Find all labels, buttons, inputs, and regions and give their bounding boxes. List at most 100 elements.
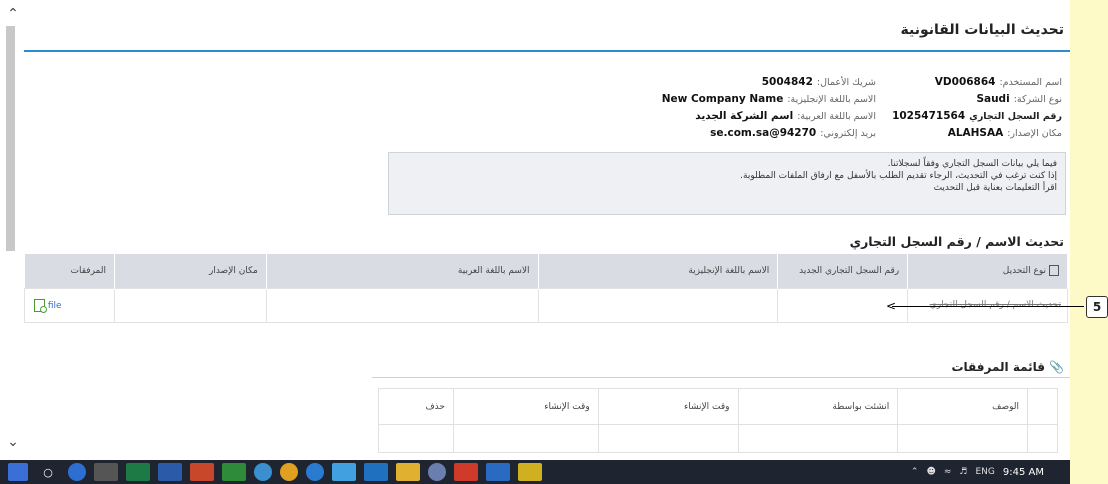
issue-place-cell[interactable] (114, 287, 267, 323)
clock-time[interactable]: 9:45 AM (1003, 467, 1044, 478)
attachments-title: 📎قائمة المرفقات (951, 360, 1064, 374)
info-value: se.com.sa@94270 (710, 127, 817, 139)
info-row: نوع الشركة:Saudi (892, 91, 1062, 108)
search-icon[interactable]: ○ (36, 463, 60, 481)
info-row: اسم المستخدم:VD006864 (892, 74, 1062, 91)
column-header: الوصف (897, 388, 1029, 425)
column-header: الاسم باللغة الإنجليزية (538, 254, 779, 288)
column-header: حذف (378, 388, 454, 425)
column-header (1027, 388, 1058, 425)
volume-icon[interactable]: ♬ (959, 467, 967, 477)
column-header: المرفقات (24, 254, 115, 288)
chrome-icon[interactable] (280, 463, 298, 481)
ie-icon[interactable] (332, 463, 356, 481)
table-header-row: الوصف انشئت بواسطة وقت الإنشاء وقت الإنش… (378, 388, 1058, 425)
info-value: Saudi (976, 93, 1010, 105)
word-icon[interactable] (158, 463, 182, 481)
attachment-cell: file (24, 287, 115, 323)
column-header: وقت الإنشاء (452, 388, 599, 425)
outlook-icon[interactable] (364, 463, 388, 481)
info-value: 5004842 (761, 76, 813, 88)
table-cell (378, 424, 454, 453)
table-cell (897, 424, 1029, 453)
table-cell (1027, 424, 1058, 453)
table-row: تحديث الاسم / رقم السجل التجاري file (24, 287, 1068, 323)
scroll-down-icon[interactable]: ⌄ (6, 434, 20, 450)
tray-chevron-icon[interactable]: ⌃ (911, 467, 919, 477)
wifi-icon[interactable]: ≈ (944, 467, 952, 477)
info-row: مكان الإصدار:ALAHSAA (892, 125, 1062, 142)
column-header: انشئت بواسطة (737, 388, 899, 425)
column-header: نوع التحديل (907, 254, 1068, 288)
document-icon (1049, 265, 1059, 277)
info-block-left: شريك الأعمال:5004842 الاسم باللغة الإنجل… (662, 74, 876, 142)
column-header: مكان الإصدار (114, 254, 267, 288)
english-name-cell[interactable] (537, 287, 779, 323)
language-indicator[interactable]: ENG (975, 467, 994, 477)
arabic-name-cell[interactable] (265, 287, 539, 323)
callout-number: 5 (1086, 296, 1108, 318)
info-label: بريد إلكتروني: (820, 128, 876, 139)
info-label: اسم المستخدم: (999, 77, 1062, 88)
table-cell (452, 424, 599, 453)
attachments-table: الوصف انشئت بواسطة وقت الإنشاء وقت الإنش… (378, 388, 1058, 453)
taskbar: ○ ⌃ ☻ ≈ ♬ ENG 9:45 AM (0, 460, 1070, 484)
scroll-up-icon[interactable]: ⌃ (6, 6, 20, 22)
table-cell (597, 424, 739, 453)
windows-start-icon[interactable] (8, 463, 28, 481)
excel-icon[interactable] (126, 463, 150, 481)
info-block-right: اسم المستخدم:VD006864 نوع الشركة:Saudi ر… (892, 74, 1062, 142)
people-icon[interactable]: ☻ (926, 467, 935, 477)
info-row: الاسم باللغة العربية:اسم الشركة الجديد (662, 108, 876, 125)
table-row (378, 424, 1058, 453)
section-title: تحديث الاسم / رقم السجل التجاري (849, 234, 1064, 249)
notice-line: فيما يلي بيانات السجل التجاري وفقاً لسجل… (887, 159, 1057, 169)
explorer-icon[interactable] (396, 463, 420, 481)
table-header-row: نوع التحديل رقم السجل التجاري الجديد الا… (24, 254, 1068, 288)
callout-arrow-icon: < (886, 299, 897, 313)
info-value: اسم الشركة الجديد (695, 110, 794, 122)
edge-icon[interactable] (306, 463, 324, 481)
title-divider (24, 50, 1070, 52)
attachment-link[interactable]: file (48, 301, 62, 311)
attachments-divider (372, 377, 1070, 378)
paint-icon[interactable] (486, 463, 510, 481)
column-header: رقم السجل التجاري الجديد (777, 254, 909, 288)
info-row: بريد إلكتروني:se.com.sa@94270 (662, 125, 876, 142)
scrollbar-thumb[interactable] (6, 26, 15, 251)
info-label: رقم السجل التجاري (969, 111, 1062, 122)
info-value: 1025471564 (892, 110, 966, 122)
info-value: VD006864 (934, 76, 996, 88)
column-header: وقت الإنشاء (597, 388, 739, 425)
sap-icon[interactable] (254, 463, 272, 481)
notice-line: اقرأ التعليمات بعناية قبل التحديث (933, 183, 1057, 193)
info-value: ALAHSAA (947, 127, 1004, 139)
callout-line (892, 306, 1084, 307)
info-label: نوع الشركة: (1013, 94, 1062, 105)
info-label: شريك الأعمال: (816, 77, 876, 88)
info-row: شريك الأعمال:5004842 (662, 74, 876, 91)
info-row: رقم السجل التجاري1025471564 (892, 108, 1062, 125)
cortana-icon[interactable] (68, 463, 86, 481)
paperclip-icon: 📎 (1049, 360, 1064, 374)
acrobat-icon[interactable] (454, 463, 478, 481)
table-cell (737, 424, 899, 453)
attach-file-icon[interactable] (34, 298, 47, 313)
update-type-cell[interactable]: تحديث الاسم / رقم السجل التجاري (907, 287, 1068, 323)
column-header: الاسم باللغة العربية (266, 254, 539, 288)
info-label: الاسم باللغة العربية: (797, 111, 876, 122)
calculator-icon[interactable] (94, 463, 118, 481)
page-title: تحديث البيانات القانونية (900, 22, 1064, 38)
update-table: نوع التحديل رقم السجل التجاري الجديد الا… (24, 254, 1068, 323)
project-icon[interactable] (222, 463, 246, 481)
info-row: الاسم باللغة الإنجليزية:New Company Name (662, 91, 876, 108)
info-label: الاسم باللغة الإنجليزية: (787, 94, 876, 105)
powerpoint-icon[interactable] (190, 463, 214, 481)
info-label: مكان الإصدار: (1007, 128, 1062, 139)
app-icon[interactable] (518, 463, 542, 481)
info-value: New Company Name (661, 93, 784, 105)
system-tray: ⌃ ☻ ≈ ♬ ENG 9:45 AM (911, 460, 1044, 484)
media-icon[interactable] (428, 463, 446, 481)
yellow-side-strip (1070, 0, 1108, 484)
notice-box: فيما يلي بيانات السجل التجاري وفقاً لسجل… (388, 152, 1066, 215)
